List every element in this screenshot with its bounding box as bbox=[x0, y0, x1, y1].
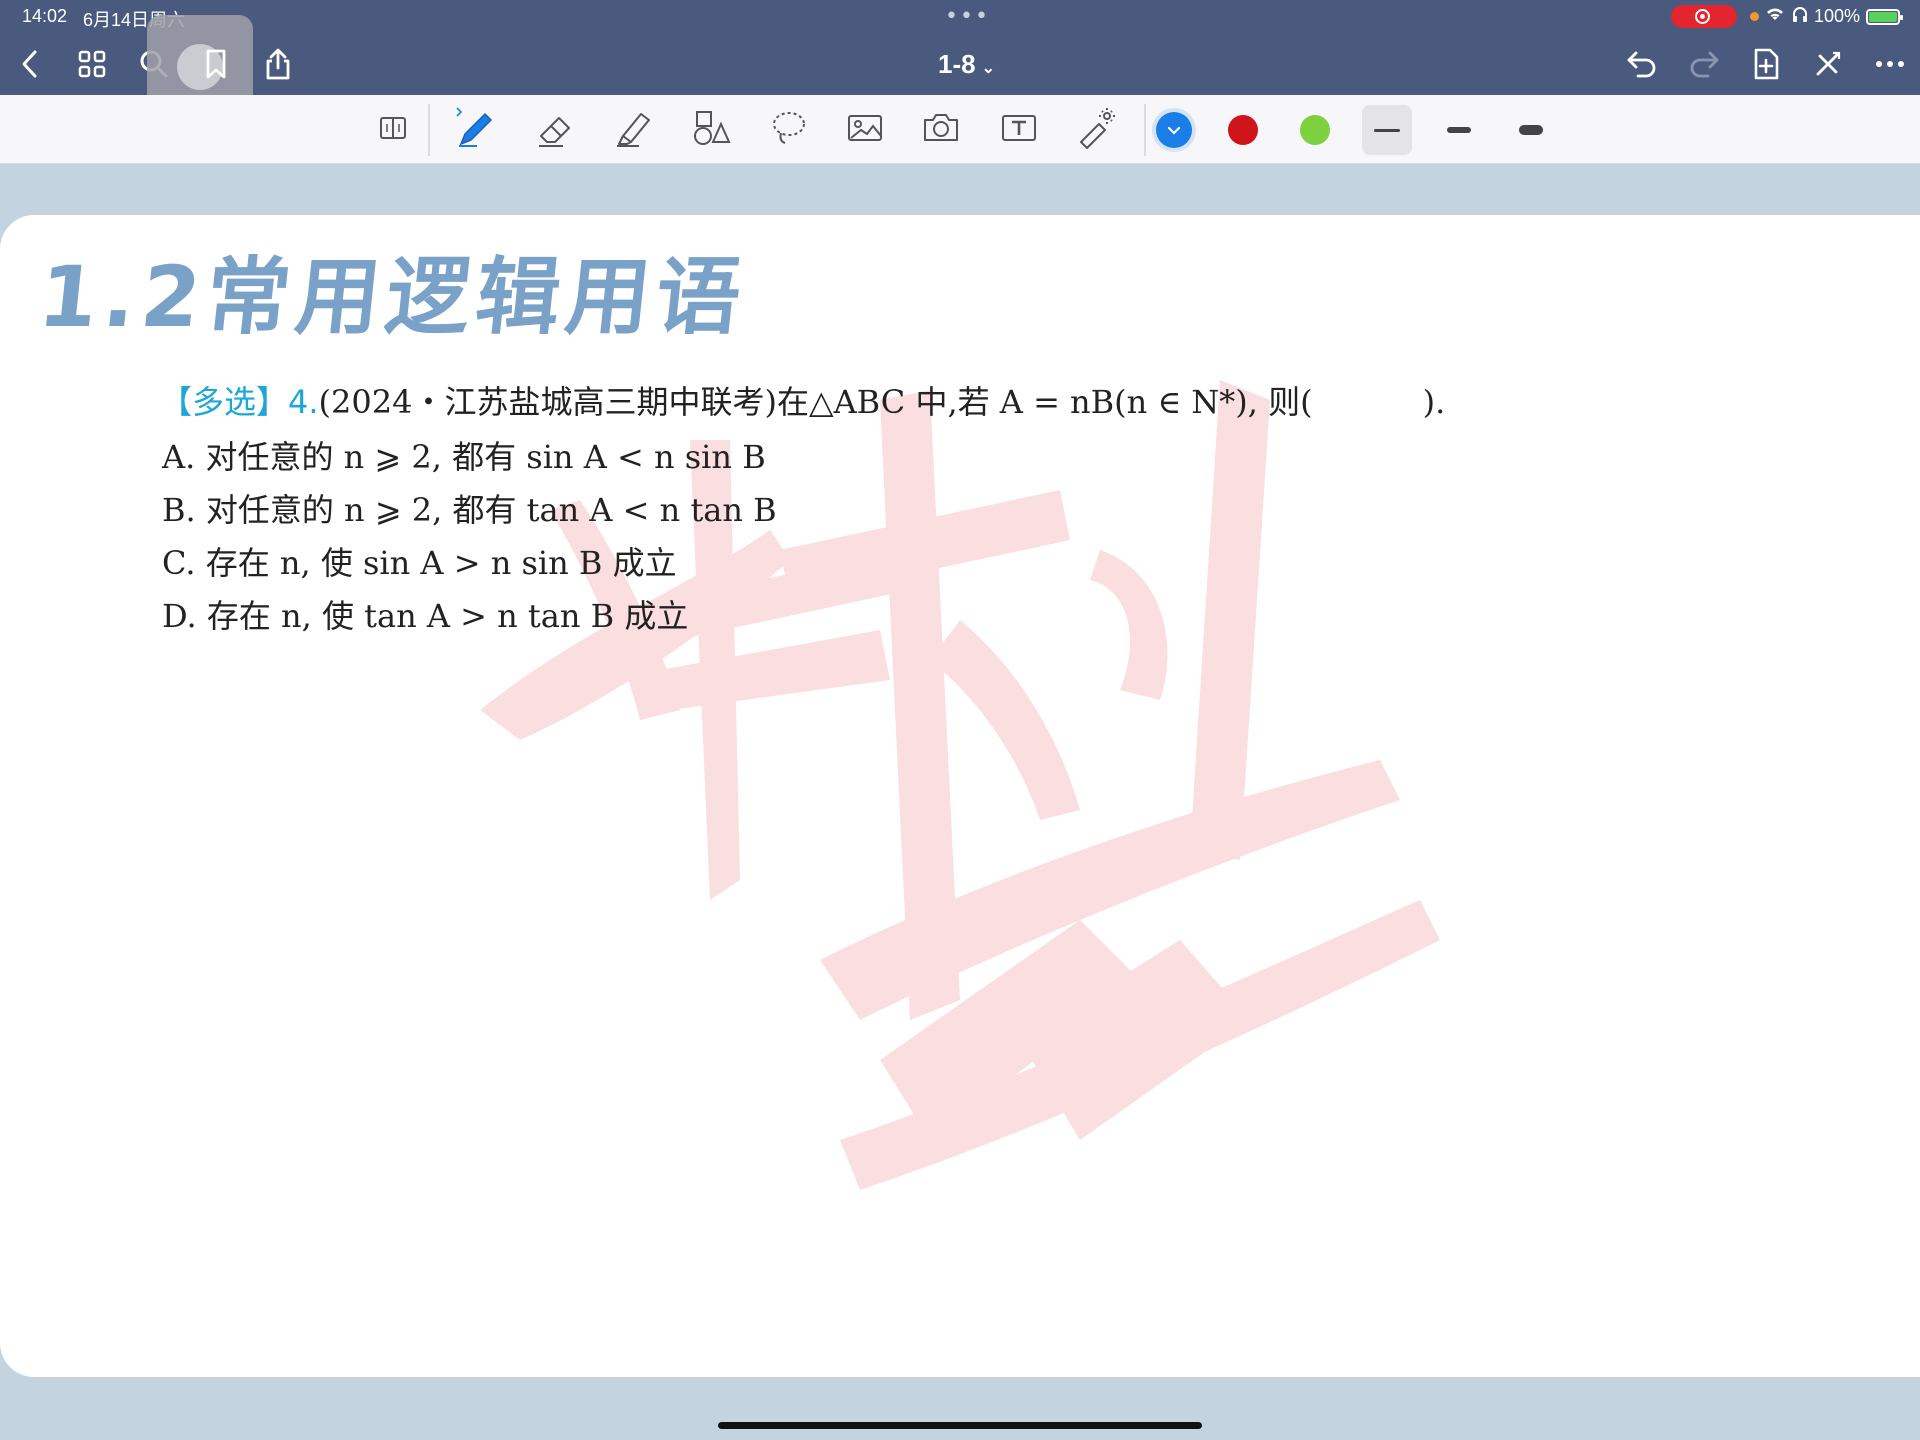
status-time: 14:02 bbox=[22, 6, 68, 26]
toolbar-divider bbox=[1144, 104, 1146, 156]
close-edit-icon[interactable] bbox=[1806, 42, 1850, 86]
home-indicator[interactable] bbox=[718, 1422, 1202, 1429]
chevron-down-icon bbox=[1167, 126, 1181, 135]
stroke-thin-icon bbox=[1374, 128, 1400, 132]
highlighter-icon[interactable] bbox=[608, 103, 658, 153]
laser-pointer-icon[interactable] bbox=[1070, 103, 1120, 153]
stroke-thick-icon bbox=[1519, 125, 1543, 135]
battery-percent: 100% bbox=[1814, 6, 1861, 26]
section-title: 1.2常用逻辑用语 bbox=[34, 248, 752, 346]
redo-icon[interactable] bbox=[1682, 42, 1726, 86]
microphone-indicator-icon bbox=[1750, 12, 1759, 21]
stroke-medium-icon bbox=[1447, 127, 1471, 133]
color-swatch-green[interactable] bbox=[1300, 115, 1330, 145]
page-label: 1-8 bbox=[938, 49, 976, 79]
stroke-thick-button[interactable] bbox=[1506, 105, 1556, 155]
top-navigation-bar: 14:02 6月14日周六 ••• 100% 1-8 ⌄ bbox=[0, 0, 1920, 121]
textbox-icon[interactable] bbox=[994, 103, 1044, 153]
add-page-icon[interactable] bbox=[1744, 42, 1788, 86]
screen-recording-indicator[interactable] bbox=[1671, 5, 1737, 28]
stroke-thin-button[interactable] bbox=[1362, 105, 1412, 155]
back-icon[interactable] bbox=[8, 42, 52, 86]
color-swatch-red[interactable] bbox=[1228, 115, 1258, 145]
question-tag: 【多选】 bbox=[160, 383, 289, 421]
share-icon[interactable] bbox=[256, 42, 300, 86]
lasso-icon[interactable] bbox=[764, 103, 814, 153]
stroke-medium-button[interactable] bbox=[1434, 105, 1484, 155]
undo-icon[interactable] bbox=[1620, 42, 1664, 86]
chevron-down-icon: ⌄ bbox=[981, 60, 995, 77]
wifi-icon bbox=[1764, 5, 1786, 28]
question-number: 4. bbox=[288, 383, 319, 421]
grid-view-icon[interactable] bbox=[70, 42, 114, 86]
bookmark-icon[interactable] bbox=[194, 42, 238, 86]
status-icons: 100% bbox=[1764, 5, 1904, 28]
color-swatch-blue[interactable] bbox=[1156, 112, 1192, 148]
question-text: (2024・江苏盐城高三期中联考)在△ABC 中,若 A = nB(n ∈ N*… bbox=[318, 383, 1313, 421]
option-d: D. 存在 n, 使 tan A > n tan B 成立 bbox=[162, 597, 689, 635]
question-stem: 【多选】4.(2024・江苏盐城高三期中联考)在△ABC 中,若 A = nB(… bbox=[160, 377, 1445, 423]
battery-icon bbox=[1866, 8, 1904, 25]
shapes-icon[interactable] bbox=[686, 103, 736, 153]
toolbar-divider bbox=[428, 104, 430, 156]
camera-icon[interactable] bbox=[916, 103, 966, 153]
headphones-icon bbox=[1792, 5, 1808, 28]
option-c: C. 存在 n, 使 sin A > n sin B 成立 bbox=[162, 544, 677, 582]
multitasking-dots-icon[interactable]: ••• bbox=[945, 4, 990, 29]
bottom-background bbox=[0, 1377, 1920, 1440]
option-b: B. 对任意的 n ⩾ 2, 都有 tan A < n tan B bbox=[162, 491, 777, 529]
more-icon[interactable] bbox=[1868, 42, 1912, 86]
image-icon[interactable] bbox=[840, 103, 890, 153]
question-end: ). bbox=[1422, 383, 1446, 421]
page-indicator[interactable]: 1-8 ⌄ bbox=[938, 49, 995, 80]
page-layout-icon[interactable] bbox=[368, 103, 418, 153]
option-a: A. 对任意的 n ⩾ 2, 都有 sin A < n sin B bbox=[162, 438, 766, 476]
pen-icon[interactable] bbox=[448, 103, 498, 153]
eraser-icon[interactable] bbox=[530, 103, 580, 153]
